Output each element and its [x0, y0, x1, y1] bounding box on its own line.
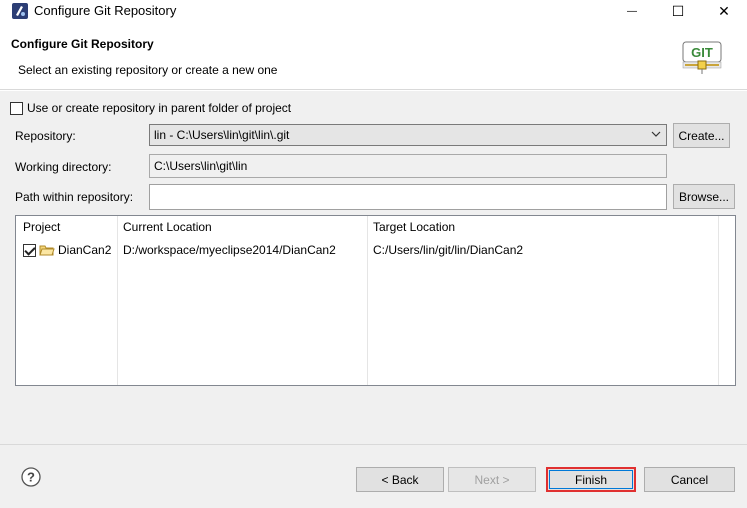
close-button[interactable]: ✕ — [701, 0, 747, 22]
svg-text:?: ? — [27, 470, 35, 485]
column-header-target-location[interactable]: Target Location — [373, 220, 455, 234]
current-location-cell: D:/workspace/myeclipse2014/DianCan2 — [123, 243, 336, 257]
create-button[interactable]: Create... — [673, 123, 730, 148]
parent-folder-checkbox-row[interactable]: Use or create repository in parent folde… — [10, 101, 291, 115]
working-directory-field: C:\Users\lin\git\lin — [149, 154, 667, 178]
wizard-banner: Configure Git Repository Select an exist… — [0, 22, 747, 90]
project-name: DianCan2 — [58, 243, 112, 257]
window-title: Configure Git Repository — [34, 3, 177, 18]
column-divider — [117, 216, 118, 385]
parent-folder-checkbox-label: Use or create repository in parent folde… — [27, 101, 292, 115]
repository-label: Repository: — [15, 129, 76, 143]
close-icon: ✕ — [718, 2, 730, 19]
maximize-button[interactable]: ☐ — [655, 0, 701, 22]
page-title: Configure Git Repository — [11, 37, 154, 51]
column-header-project[interactable]: Project — [23, 220, 60, 234]
projects-table[interactable]: Project Current Location Target Location… — [15, 215, 736, 386]
back-button[interactable]: < Back — [356, 467, 444, 492]
project-row-checkbox[interactable] — [23, 243, 36, 257]
chevron-down-icon — [651, 131, 661, 137]
column-header-current-location[interactable]: Current Location — [123, 220, 212, 234]
git-logo-icon: GIT — [682, 41, 722, 74]
page-description: Select an existing repository or create … — [18, 63, 278, 77]
next-button[interactable]: Next > — [448, 467, 536, 492]
title-bar: Configure Git Repository — ☐ ✕ — [0, 0, 747, 22]
parent-folder-checkbox[interactable] — [10, 101, 23, 115]
footer-separator — [0, 444, 747, 445]
repository-select[interactable]: lin - C:\Users\lin\git\lin\.git — [149, 124, 667, 146]
column-divider — [367, 216, 368, 385]
path-within-repo-label: Path within repository: — [15, 190, 134, 204]
column-divider — [718, 216, 719, 385]
cancel-button[interactable]: Cancel — [644, 467, 735, 492]
table-row[interactable]: DianCan2 — [23, 243, 111, 257]
path-within-repo-input[interactable] — [149, 184, 667, 210]
maximize-icon: ☐ — [671, 2, 685, 19]
finish-button[interactable]: Finish — [546, 467, 636, 492]
help-icon[interactable]: ? — [21, 467, 41, 487]
project-folder-icon — [39, 245, 55, 256]
repository-select-value: lin - C:\Users\lin\git\lin\.git — [154, 128, 290, 142]
minimize-button[interactable]: — — [609, 0, 655, 22]
table-header: Project Current Location Target Location — [16, 216, 735, 238]
working-directory-label: Working directory: — [15, 160, 112, 174]
target-location-cell: C:/Users/lin/git/lin/DianCan2 — [373, 243, 524, 257]
dialog-content: Use or create repository in parent folde… — [0, 91, 747, 508]
browse-button[interactable]: Browse... — [673, 184, 735, 209]
minimize-icon: — — [627, 5, 637, 17]
svg-text:GIT: GIT — [691, 45, 713, 60]
eclipse-icon — [12, 3, 28, 19]
